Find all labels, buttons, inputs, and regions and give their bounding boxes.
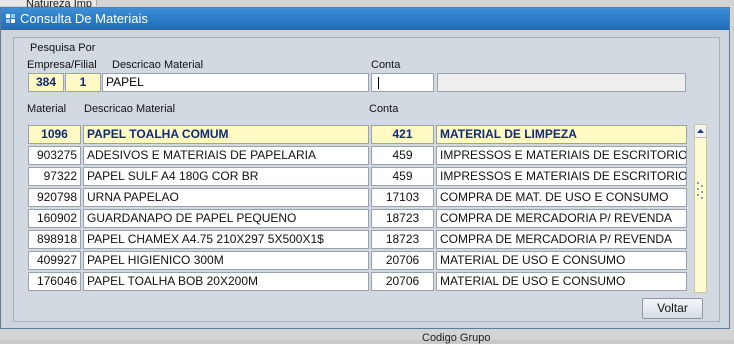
conta-cell[interactable]: 18723 [371,209,434,228]
conta-desc-cell[interactable]: IMPRESSOS E MATERIAIS DE ESCRITORIO [436,167,687,186]
filial-input[interactable]: 1 [65,73,101,92]
descricao-cell[interactable]: PAPEL CHAMEX A4.75 210X297 5X500X1$ [83,230,369,249]
column-conta: Conta [369,103,399,115]
conta-desc-cell[interactable]: MATERIAL DE USO E CONSUMO [436,272,687,291]
results-scrollbar[interactable] [694,124,707,293]
conta-cell[interactable]: 20706 [371,272,434,291]
text-caret [378,76,379,89]
material-cell[interactable]: 176046 [28,272,81,291]
descricao-cell[interactable]: PAPEL HIGIENICO 300M [83,251,369,270]
material-cell[interactable]: 898918 [28,230,81,249]
background-label-bottom: Codigo Grupo [422,332,491,344]
conta-desc-cell[interactable]: IMPRESSOS E MATERIAIS DE ESCRITORIO [436,146,687,165]
voltar-button[interactable]: Voltar [642,298,703,319]
descricao-cell[interactable]: PAPEL TOALHA BOB 20X200M [83,272,369,291]
content-panel: Pesquisa Por Empresa/Filial Descricao Ma… [13,37,720,322]
pesquisa-label: Pesquisa Por [30,42,96,54]
empresa-filial-label: Empresa/Filial [27,59,97,71]
conta-desc-cell[interactable]: COMPRA DE MERCADORIA P/ REVENDA [436,230,687,249]
descricao-cell[interactable]: ADESIVOS E MATERIAIS DE PAPELARIA [83,146,369,165]
material-cell[interactable]: 97322 [28,167,81,186]
conta-desc-cell[interactable]: MATERIAL DE USO E CONSUMO [436,251,687,270]
conta-cell[interactable]: 17103 [371,188,434,207]
column-descricao: Descricao Material [84,103,176,115]
empresa-input[interactable]: 384 [28,73,64,92]
material-cell[interactable]: 1096 [28,125,81,144]
conta-search-input[interactable] [371,73,434,92]
conta-desc-cell[interactable]: MATERIAL DE LIMPEZA [436,125,687,144]
conta-desc-cell[interactable]: COMPRA DE MAT. DE USO E CONSUMO [436,188,687,207]
title-bar[interactable]: Consulta De Materiais [1,8,729,30]
dialog-title: Consulta De Materiais [20,11,148,26]
consulta-materiais-dialog: Consulta De Materiais Pesquisa Por Empre… [0,7,730,329]
material-cell[interactable]: 920798 [28,188,81,207]
descricao-cell[interactable]: GUARDANAPO DE PAPEL PEQUENO [83,209,369,228]
scroll-up-button[interactable] [695,125,706,138]
material-cell[interactable]: 409927 [28,251,81,270]
window-icon [6,14,15,23]
conta-cell[interactable]: 459 [371,146,434,165]
conta-label: Conta [371,59,401,71]
descricao-cell[interactable]: PAPEL SULF A4 180G COR BR [83,167,369,186]
conta-description-field [437,73,686,92]
conta-cell[interactable]: 421 [371,125,434,144]
column-material: Material [27,103,67,115]
material-cell[interactable]: 903275 [28,146,81,165]
arrow-up-icon [697,129,704,133]
conta-cell[interactable]: 459 [371,167,434,186]
descricao-cell[interactable]: PAPEL TOALHA COMUM [83,125,369,144]
conta-cell[interactable]: 20706 [371,251,434,270]
descricao-cell[interactable]: URNA PAPELAO [83,188,369,207]
conta-cell[interactable]: 18723 [371,230,434,249]
descricao-label: Descricao Material [112,59,204,71]
grip-icon[interactable] [697,181,704,201]
conta-desc-cell[interactable]: COMPRA DE MERCADORIA P/ REVENDA [436,209,687,228]
descricao-search-input[interactable]: PAPEL [102,73,369,92]
material-cell[interactable]: 160902 [28,209,81,228]
